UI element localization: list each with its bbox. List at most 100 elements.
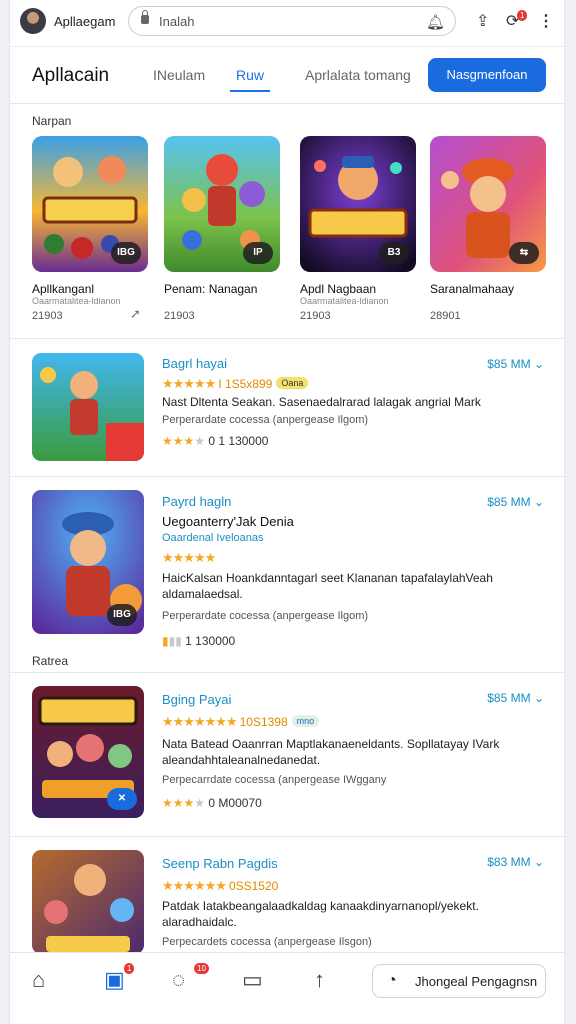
share-icon[interactable]: ⇪	[476, 11, 489, 31]
top-nav: Apllacain INeulam Ruw Aprlalata tomang N…	[10, 46, 564, 104]
app-subtitle: Oaarmatalitea-ldianon	[300, 296, 389, 306]
featured-section-label: Narpan	[32, 114, 72, 128]
item-count: ▮▮▮ 1 130000	[162, 634, 236, 648]
chevron-down-icon[interactable]: ⌄	[534, 357, 544, 371]
app-thumbnail[interactable]: B3	[300, 136, 416, 272]
active-tab-indicator	[230, 90, 270, 92]
item-tag: Oaardenal Iveloanas	[162, 532, 264, 544]
app-thumbnail[interactable]	[32, 353, 144, 461]
count-text: 1 130000	[185, 634, 236, 648]
price-text: $83 MM	[487, 855, 531, 869]
app-badge: IP	[243, 242, 273, 264]
item-price: $83 MM ⌄	[487, 855, 544, 869]
chat-icon[interactable]: ◌	[172, 967, 185, 993]
star-rating: ★★★★★ I 1S5x899 Oana	[162, 376, 309, 392]
item-pill: mno	[291, 715, 320, 727]
divider	[10, 836, 564, 837]
item-price: $85 MM ⌄	[487, 495, 544, 509]
bell-icon[interactable]: 🔔︎	[426, 13, 445, 31]
app-thumbnail[interactable]: IBG	[32, 136, 148, 272]
bottom-nav: ⌂ ▣ 1 ◌ 10 ▭ ↑ ◔ Jhongeal Pengagnsn	[10, 952, 564, 1013]
library-icon[interactable]: ▭	[242, 967, 263, 993]
app-frame: Apllaegam Inalah 🔔︎ ⇪ ⟳ 1 ⋮ Apllacain IN…	[10, 0, 564, 1024]
star-rating: ★★★★★★★ 10S1398 mno	[162, 714, 320, 730]
app-name: Penam: Nanagan	[164, 282, 258, 296]
item-meta: Perperardate cocessa (anpergease Ilgom)	[162, 610, 369, 622]
app-thumbnail[interactable]	[32, 850, 144, 954]
browser-topbar: Apllaegam Inalah 🔔︎ ⇪ ⟳ 1 ⋮	[10, 0, 564, 44]
item-title[interactable]: Bagrl hayai	[162, 356, 227, 371]
bottom-action-label: Jhongeal Pengagnsn	[415, 974, 538, 989]
item-meta: Perpecardets cocessa (anpergease Ilsgon)	[162, 936, 372, 948]
app-number: 28901	[430, 310, 461, 322]
item-count: ★★★★ 0 1 130000	[162, 434, 269, 448]
item-title[interactable]: Bging Payai	[162, 692, 231, 707]
more-icon[interactable]: ⋮	[538, 11, 554, 31]
avatar[interactable]	[20, 8, 46, 34]
rating-metric: I 1S5x899	[218, 377, 273, 391]
list-item[interactable]: Bagrl hayai $85 MM ⌄ ★★★★★ I 1S5x899 Oana …	[10, 350, 564, 470]
item-description: Patdak Iatakbeangalaadkaldag kanaakdinya…	[162, 899, 479, 929]
item-pill: Oana	[276, 377, 309, 389]
item-title[interactable]: Payrd hagln	[162, 494, 231, 509]
item-price: $85 MM ⌄	[487, 357, 544, 371]
chevron-down-icon[interactable]: ⌄	[534, 495, 544, 509]
count-text: 0 M00070	[208, 796, 262, 810]
address-bar[interactable]: Inalah 🔔︎	[128, 6, 456, 36]
app-number: 21903	[164, 310, 195, 322]
rating-metric: 10S1398	[239, 715, 288, 729]
divider	[10, 338, 564, 339]
item-meta: Perpecarrdate cocessa (anpergease IWggan…	[162, 774, 387, 786]
item-title[interactable]: Seenp Rabn Pagdis	[162, 856, 278, 871]
list-item[interactable]: Seenp Rabn Pagdis $83 MM ⌄ ★★★★★★ 0SS1520…	[10, 848, 564, 954]
count-text: 0 1 130000	[208, 434, 269, 448]
app-badge: ✕	[107, 788, 137, 810]
app-thumbnail[interactable]: ✕	[32, 686, 144, 818]
price-text: $85 MM	[487, 357, 531, 371]
item-description: Nast Dltenta Seakan. Sasenaedalrarad lal…	[162, 395, 481, 409]
list-section-label: Ratrea	[32, 654, 69, 668]
app-thumbnail[interactable]: IBG	[32, 490, 144, 634]
lock-icon	[141, 10, 149, 24]
store-icon[interactable]: ▣	[104, 967, 125, 993]
item-meta: Perperardate cocessa (anpergease Ilgom)	[162, 414, 369, 426]
app-number: 21903	[32, 310, 63, 322]
tab-ruw[interactable]: Ruw	[236, 67, 264, 83]
app-name: Apllaegam	[54, 14, 116, 29]
list-item[interactable]: IBG Payrd hagln $85 MM ⌄ Uegoanterry'Jak…	[10, 488, 564, 648]
item-subtitle: Uegoanterry'Jak Denia	[162, 514, 294, 529]
upload-icon[interactable]: ↑	[314, 967, 325, 993]
chevron-down-icon[interactable]: ⌄	[534, 691, 544, 705]
notification-badge: 1	[517, 10, 528, 21]
chat-badge: 10	[194, 963, 209, 974]
store-badge: 1	[124, 963, 135, 974]
app-number: 21903	[300, 310, 331, 322]
item-price: $85 MM ⌄	[487, 691, 544, 705]
tab-aprlalata[interactable]: Aprlalata tomang	[305, 67, 411, 83]
item-description: Nata Batead Oaanrran Maptlakanaeneldants…	[162, 737, 500, 767]
tab-ineulam[interactable]: INeulam	[153, 67, 205, 83]
page-title: Apllacain	[32, 65, 110, 86]
item-description: HaicKalsan Hoankdanntagarl seet Klananan…	[162, 571, 493, 601]
star-rating: ★★★★★	[162, 550, 216, 565]
bottom-action-button[interactable]: ◔ Jhongeal Pengagnsn	[372, 964, 546, 998]
app-thumbnail[interactable]: ⇆	[430, 136, 546, 272]
app-badge: ⇆	[509, 242, 539, 264]
user-icon: ◔	[387, 972, 397, 989]
list-item[interactable]: ✕ Bging Payai $85 MM ⌄ ★★★★★★★ 10S1398 mno…	[10, 684, 564, 824]
primary-cta-button[interactable]: Nasgmenfoan	[428, 58, 546, 92]
app-badge: IBG	[111, 242, 141, 264]
share-icon[interactable]: ➚	[130, 306, 141, 322]
price-text: $85 MM	[487, 691, 531, 705]
divider	[10, 476, 564, 477]
home-icon[interactable]: ⌂	[32, 967, 45, 993]
star-rating: ★★★★★★ 0SS1520	[162, 878, 279, 893]
item-count: ★★★★ 0 M00070	[162, 796, 262, 810]
price-text: $85 MM	[487, 495, 531, 509]
address-text: Inalah	[159, 14, 195, 29]
divider	[10, 672, 564, 673]
app-name: Apllkanganl	[32, 282, 95, 296]
chevron-down-icon[interactable]: ⌄	[534, 855, 544, 869]
app-subtitle: Oaarmatalitea-ldianon	[32, 296, 121, 306]
app-thumbnail[interactable]: IP	[164, 136, 280, 272]
